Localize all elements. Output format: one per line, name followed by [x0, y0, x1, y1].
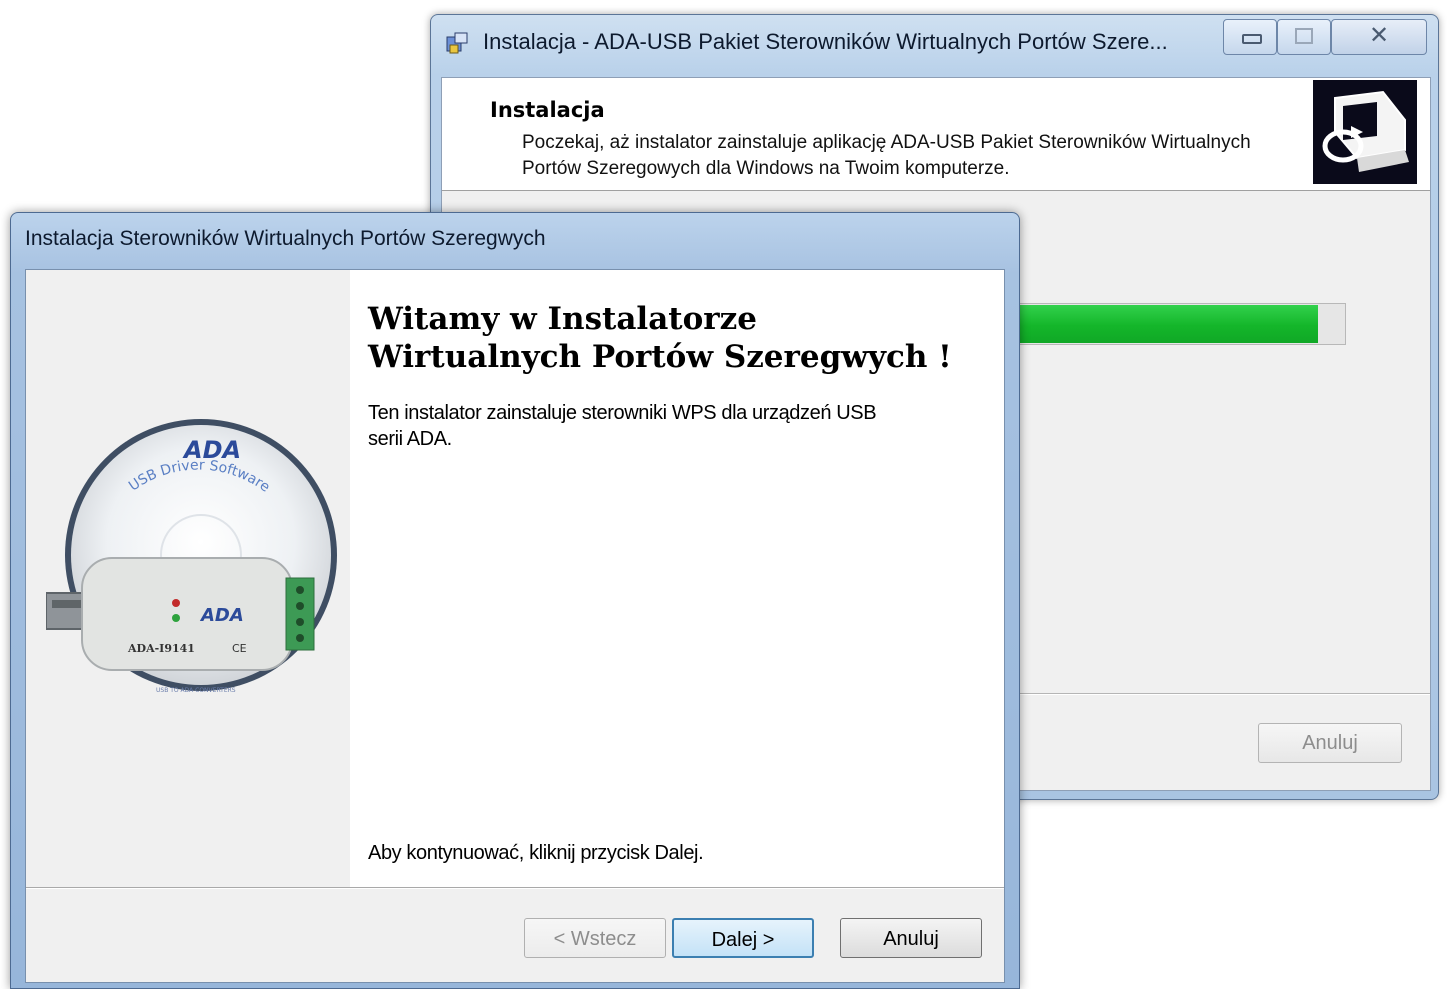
wizard-image-pane: ADA USB Driver Software ADA ADA-I9141 CE [26, 270, 350, 887]
welcome-dialog-window: Instalacja Sterowników Wirtualnych Portó… [10, 212, 1020, 989]
window-title: Instalacja - ADA-USB Pakiet Sterowników … [483, 29, 1168, 54]
device-brand-label: ADA [199, 605, 244, 626]
divider [26, 887, 1004, 889]
cancel-button[interactable]: Anuluj [840, 918, 982, 958]
install-computer-icon [1313, 80, 1417, 184]
usb-connector [46, 592, 87, 630]
cd-bottom-text: USB TO ADA CONVERTERS [156, 687, 236, 694]
led-green [172, 614, 180, 622]
welcome-heading-line2: Wirtualnych Portów Szeregwych ! [368, 339, 952, 375]
close-icon: ✕ [1368, 21, 1390, 49]
maximize-button[interactable] [1277, 19, 1331, 55]
welcome-description: Ten instalator zainstaluje sterowniki WP… [368, 402, 877, 450]
maximize-icon [1295, 28, 1313, 44]
wizard-header: Instalacja Poczekaj, aż instalator zains… [442, 78, 1430, 191]
welcome-heading: Witamy w Instalatorze Wirtualnych Portów… [368, 300, 988, 376]
welcome-heading-line1: Witamy w Instalatorze [368, 301, 757, 337]
header-description: Poczekaj, aż instalator zainstaluje apli… [522, 132, 1251, 179]
device-model-label: ADA-I9141 [127, 642, 195, 655]
back-button[interactable]: < Wstecz [524, 918, 666, 958]
dialog-client-area: ADA USB Driver Software ADA ADA-I9141 CE [25, 269, 1005, 983]
minimize-button[interactable] [1223, 19, 1277, 55]
cd-disc-image: ADA USB Driver Software ADA ADA-I9141 CE [46, 419, 337, 694]
header-title: Instalacja [490, 98, 605, 122]
close-button[interactable]: ✕ [1331, 19, 1427, 55]
window-title: Instalacja Sterowników Wirtualnych Portó… [25, 227, 546, 250]
led-red [172, 599, 180, 607]
title-bar: Instalacja - ADA-USB Pakiet Sterowników … [431, 15, 1438, 69]
ce-mark: CE [232, 642, 247, 655]
minimize-icon [1242, 34, 1262, 44]
welcome-content-pane: Witamy w Instalatorze Wirtualnych Portów… [350, 270, 1004, 887]
continue-instruction: Aby kontynuować, kliknij przycisk Dalej. [368, 842, 704, 864]
installer-app-icon [446, 32, 468, 54]
cancel-button[interactable]: Anuluj [1258, 723, 1402, 763]
next-button[interactable]: Dalej > [672, 918, 814, 958]
